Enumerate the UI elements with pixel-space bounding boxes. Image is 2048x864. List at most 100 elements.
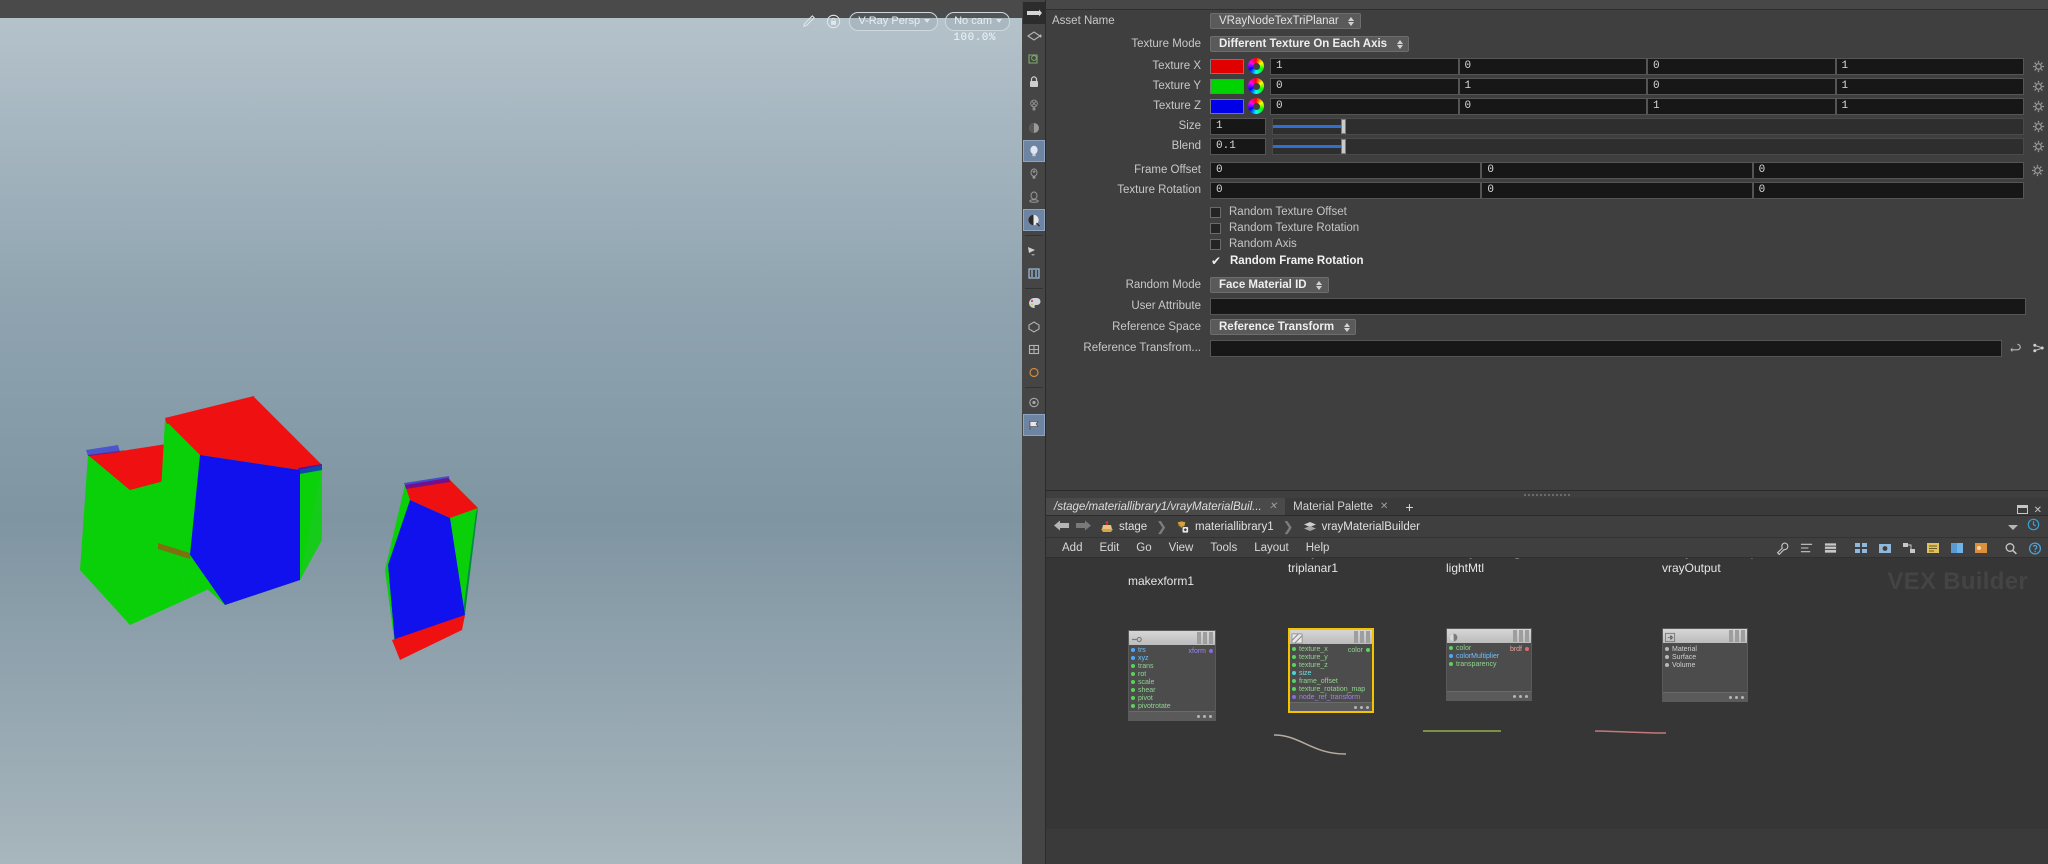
node-flags[interactable] bbox=[1513, 630, 1529, 642]
chevron-down-icon[interactable] bbox=[2007, 518, 2019, 536]
breadcrumb-item-stage[interactable]: stage bbox=[1096, 520, 1151, 533]
tab-vray-material-builder[interactable]: /stage/materiallibrary1/vrayMaterialBuil… bbox=[1046, 498, 1286, 515]
port-volume[interactable]: Volume bbox=[1663, 661, 1747, 669]
node-header[interactable] bbox=[1447, 629, 1531, 643]
port-color[interactable]: color bbox=[1447, 644, 1531, 652]
port-colormultiplier[interactable]: colorMultiplier bbox=[1447, 652, 1531, 660]
random-frame-rotation-checkbox[interactable]: ✔ bbox=[1210, 255, 1222, 267]
gear-icon[interactable] bbox=[2030, 162, 2046, 178]
texture-mode-dropdown[interactable]: Different Texture On Each Axis bbox=[1210, 36, 1410, 52]
transform-handle-icon[interactable] bbox=[1023, 361, 1045, 383]
filmstrip-icon[interactable] bbox=[1023, 262, 1045, 284]
port-trs[interactable]: trs bbox=[1129, 646, 1215, 654]
texture-y-value-1[interactable]: 1 bbox=[1458, 77, 1647, 95]
port-surface[interactable]: Surface bbox=[1663, 653, 1747, 661]
close-icon[interactable]: ✕ bbox=[2034, 505, 2042, 516]
color-node-icon[interactable] bbox=[1949, 541, 1964, 555]
maximize-icon[interactable] bbox=[2016, 501, 2028, 519]
port-texture-z[interactable]: texture_z bbox=[1290, 661, 1372, 669]
port-scale[interactable]: scale bbox=[1129, 678, 1215, 686]
port-pivotrotate[interactable]: pivotrotate bbox=[1129, 702, 1215, 710]
node-footer[interactable] bbox=[1447, 691, 1531, 700]
viewport-hud[interactable]: V-Ray Persp No cam bbox=[801, 12, 1010, 31]
light-shading-icon[interactable] bbox=[1023, 117, 1045, 139]
texture-y-value-0[interactable]: 0 bbox=[1270, 77, 1459, 95]
node-flags[interactable] bbox=[1729, 630, 1745, 642]
port-xyz[interactable]: xyz bbox=[1129, 654, 1215, 662]
viewport-3d[interactable]: V-Ray Persp No cam 100.0% bbox=[0, 0, 1022, 864]
nodes-icon[interactable] bbox=[1901, 541, 1916, 555]
texture-y-value-2[interactable]: 0 bbox=[1647, 77, 1836, 95]
grid-view-icon[interactable] bbox=[1853, 541, 1868, 555]
panel-resize-handle[interactable] bbox=[1046, 491, 2048, 498]
row-random-texture-rotation[interactable]: Random Texture Rotation bbox=[1046, 220, 2048, 236]
menu-help[interactable]: Help bbox=[1306, 542, 1330, 554]
port-texture-rotation-map[interactable]: texture_rotation_map bbox=[1290, 685, 1372, 693]
row-random-axis[interactable]: Random Axis bbox=[1046, 236, 2048, 252]
add-light-icon[interactable] bbox=[1023, 163, 1045, 185]
texture-x-value-0[interactable]: 1 bbox=[1270, 57, 1459, 75]
link-operator-icon[interactable] bbox=[2008, 340, 2024, 356]
port-trans[interactable]: trans bbox=[1129, 662, 1215, 670]
menu-add[interactable]: Add bbox=[1062, 542, 1082, 554]
texture-x-color-swatch[interactable] bbox=[1210, 58, 1244, 74]
texture-z-value-3[interactable]: 1 bbox=[1835, 97, 2024, 115]
node-body[interactable]: Material Surface Volume bbox=[1662, 628, 1748, 702]
forward-arrow-icon[interactable] bbox=[1075, 519, 1091, 535]
color-palette-icon[interactable] bbox=[1023, 292, 1045, 314]
network-toolbar-icons[interactable] bbox=[1775, 538, 2042, 558]
pin-icon[interactable] bbox=[2027, 518, 2040, 536]
port-pivot[interactable]: pivot bbox=[1129, 694, 1215, 702]
camera-render-icon[interactable] bbox=[1023, 391, 1045, 413]
window-controls[interactable]: ✕ bbox=[2016, 501, 2042, 519]
camera-mode-dropdown[interactable]: V-Ray Persp bbox=[849, 12, 939, 31]
menu-edit[interactable]: Edit bbox=[1099, 542, 1119, 554]
texture-z-color-swatch[interactable] bbox=[1210, 98, 1244, 114]
lock-icon[interactable] bbox=[825, 13, 842, 30]
node-flags[interactable] bbox=[1354, 631, 1370, 643]
reference-space-dropdown[interactable]: Reference Transform bbox=[1210, 319, 1357, 335]
geometry-node-icon[interactable] bbox=[1023, 315, 1045, 337]
gear-icon[interactable] bbox=[2030, 78, 2046, 94]
uv-tool-icon[interactable] bbox=[1023, 338, 1045, 360]
port-frame-offset[interactable]: frame_offset bbox=[1290, 677, 1372, 685]
headlight-icon[interactable] bbox=[1022, 140, 1045, 162]
node-footer[interactable] bbox=[1663, 692, 1747, 701]
texture-x-value-3[interactable]: 1 bbox=[1835, 57, 2024, 75]
texture-x-value-2[interactable]: 0 bbox=[1647, 57, 1836, 75]
random-axis-checkbox[interactable] bbox=[1210, 238, 1221, 250]
align-nodes-icon[interactable] bbox=[1799, 541, 1814, 555]
frame-offset-value-1[interactable]: 0 bbox=[1481, 161, 1753, 179]
texture-y-value-3[interactable]: 1 bbox=[1835, 77, 2024, 95]
lock-icon[interactable] bbox=[1023, 71, 1045, 93]
spinner-icon[interactable] bbox=[1395, 39, 1404, 49]
list-view-icon[interactable] bbox=[1823, 541, 1838, 555]
node-body[interactable]: xform trs xyz trans rot scale shear pivo… bbox=[1128, 630, 1216, 721]
texture-z-value-0[interactable]: 0 bbox=[1270, 97, 1459, 115]
reference-transform-field[interactable] bbox=[1210, 339, 2002, 357]
color-wheel-icon[interactable] bbox=[1248, 58, 1264, 74]
search-icon[interactable] bbox=[2003, 541, 2018, 555]
size-slider[interactable] bbox=[1272, 117, 2024, 135]
texture-rotation-value-1[interactable]: 0 bbox=[1481, 181, 1753, 199]
breadcrumb-right-controls[interactable] bbox=[2007, 518, 2040, 536]
port-size[interactable]: size bbox=[1290, 669, 1372, 677]
texture-y-color-swatch[interactable] bbox=[1210, 78, 1244, 94]
menu-go[interactable]: Go bbox=[1136, 542, 1151, 554]
wrench-icon[interactable] bbox=[1775, 541, 1790, 555]
random-texture-rotation-checkbox[interactable] bbox=[1210, 222, 1221, 234]
back-arrow-icon[interactable] bbox=[1054, 519, 1070, 535]
port-shear[interactable]: shear bbox=[1129, 686, 1215, 694]
gear-icon[interactable] bbox=[2030, 58, 2046, 74]
breadcrumb-item-materiallibrary1[interactable]: materiallibrary1 bbox=[1172, 520, 1278, 533]
texture-z-value-2[interactable]: 1 bbox=[1647, 97, 1836, 115]
add-tab-button[interactable]: + bbox=[1396, 498, 1422, 515]
select-tool-icon[interactable] bbox=[1023, 25, 1045, 47]
texture-x-value-1[interactable]: 0 bbox=[1458, 57, 1647, 75]
node-body[interactable]: color texture_x texture_y texture_z size… bbox=[1288, 628, 1374, 713]
row-random-texture-offset[interactable]: Random Texture Offset bbox=[1046, 204, 2048, 220]
frame-offset-value-0[interactable]: 0 bbox=[1210, 161, 1482, 179]
node-header[interactable] bbox=[1663, 629, 1747, 643]
blend-slider[interactable] bbox=[1272, 137, 2024, 155]
snap-tool-icon[interactable] bbox=[1023, 48, 1045, 70]
